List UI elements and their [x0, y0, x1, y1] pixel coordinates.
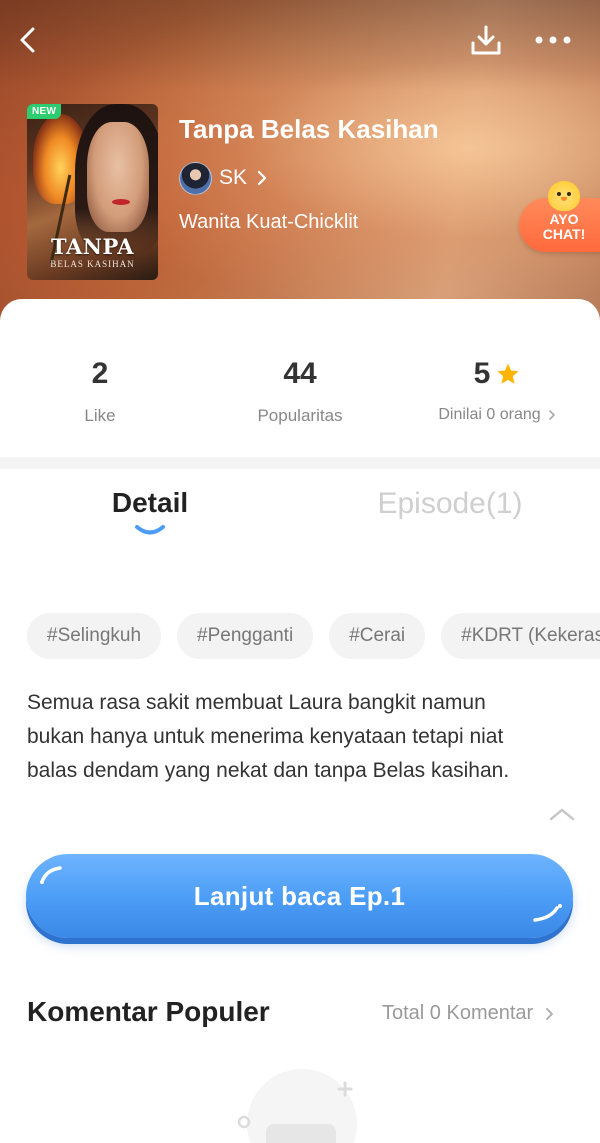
ayo-chat-label: AYO CHAT!: [542, 211, 586, 242]
cover-title: TANPA: [50, 234, 135, 259]
more-options-button[interactable]: [530, 22, 576, 58]
tag-chip[interactable]: #Pengganti: [177, 613, 314, 659]
book-title: Tanpa Belas Kasihan: [179, 114, 439, 144]
synopsis-text: Semua rasa sakit membuat Laura bangkit n…: [27, 691, 510, 782]
book-genre: Wanita Kuat-Chicklit: [179, 211, 359, 233]
chevron-right-icon: [257, 170, 267, 186]
popularity-count: 44: [283, 357, 317, 390]
book-detail-card: 2 Like 44 Popularitas 5 Dinilai 0 orang: [0, 299, 600, 1143]
book-cover[interactable]: NEW TANPA BELAS KASIHAN: [27, 104, 158, 280]
chick-mascot-icon: [548, 181, 580, 211]
section-divider: [0, 457, 600, 469]
tab-episode[interactable]: Episode(1): [350, 487, 550, 521]
detail-tabs: Detail Episode(1): [0, 469, 600, 549]
button-shine-decoration: [40, 866, 62, 884]
star-icon: [496, 362, 520, 386]
rating-label: Dinilai 0 orang: [397, 406, 597, 424]
tag-chip[interactable]: #Cerai: [329, 613, 426, 659]
tag-chip[interactable]: #Selingkuh: [27, 613, 162, 659]
download-button[interactable]: [466, 20, 506, 60]
new-badge: NEW: [27, 104, 62, 119]
cover-lips-art: [112, 199, 130, 205]
stat-popularity: 44 Popularitas: [200, 357, 400, 426]
continue-reading-button[interactable]: Lanjut baca Ep.1: [26, 854, 573, 938]
cover-face-art: [87, 122, 149, 232]
collapse-synopsis-button[interactable]: [546, 799, 578, 829]
stat-like: 2 Like: [0, 357, 200, 426]
like-count: 2: [91, 357, 109, 390]
tab-active-indicator: [135, 525, 165, 535]
back-arrow-icon: [20, 27, 35, 53]
popularity-label: Popularitas: [257, 406, 343, 425]
chevron-up-icon: [549, 808, 575, 821]
author-link[interactable]: SK: [179, 161, 267, 195]
continue-reading-label: Lanjut baca Ep.1: [193, 880, 406, 911]
stat-rating[interactable]: 5 Dinilai 0 orang: [397, 357, 597, 424]
cover-subtitle: BELAS KASIHAN: [50, 259, 135, 269]
more-dots-icon: [535, 36, 571, 44]
author-avatar: [179, 161, 212, 195]
chevron-right-icon: [545, 1007, 554, 1021]
author-name: SK: [219, 166, 248, 189]
button-shine-decoration: [533, 904, 562, 922]
comments-section-title: Komentar Populer: [27, 996, 270, 1027]
stats-row: 2 Like 44 Popularitas 5 Dinilai 0 orang: [0, 299, 600, 457]
empty-comments-illustration: [237, 1069, 357, 1143]
chevron-right-icon: [548, 409, 556, 421]
back-button[interactable]: [10, 22, 46, 58]
rating-value: 5: [473, 357, 491, 390]
comments-total-link[interactable]: Total 0 Komentar: [382, 1002, 554, 1025]
like-label: Like: [84, 406, 116, 425]
tab-detail[interactable]: Detail: [100, 487, 200, 519]
download-icon: [471, 25, 501, 55]
rating-value-row: 5: [474, 357, 521, 391]
tag-list: #Selingkuh #Pengganti #Cerai #KDRT (Kekeras…: [27, 613, 600, 661]
tag-chip[interactable]: #KDRT (Kekerasan): [441, 613, 600, 659]
